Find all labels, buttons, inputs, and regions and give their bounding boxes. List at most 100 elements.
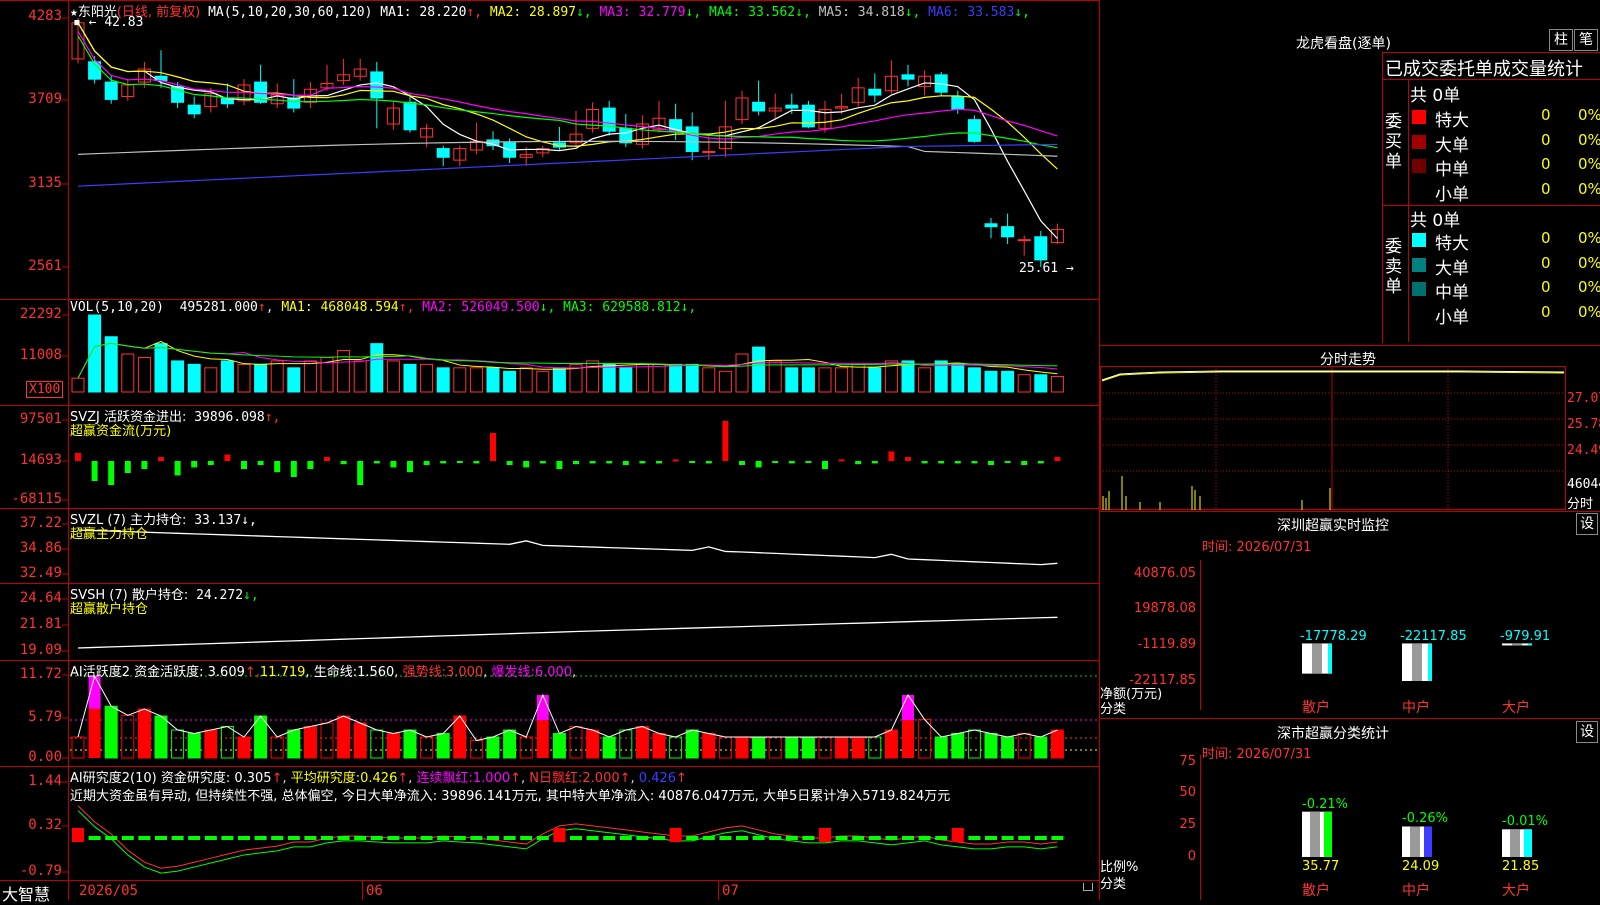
volume-bar xyxy=(88,314,102,393)
monitor-category-label: 中户 xyxy=(1402,700,1430,716)
candlestick xyxy=(187,104,201,115)
research-bar xyxy=(885,836,898,840)
low-marker: 25.61 → xyxy=(1019,261,1074,276)
activity-bar xyxy=(204,729,218,759)
candlestick xyxy=(984,223,998,228)
activity-bar xyxy=(403,729,417,759)
price-ytick-2: 3709 xyxy=(28,91,62,107)
legend-swatch xyxy=(1412,110,1426,124)
research-bar xyxy=(570,836,582,840)
order-pct: 0% xyxy=(1578,229,1600,247)
activity-bar xyxy=(652,733,666,759)
volume-bar xyxy=(785,367,799,393)
activity-bar xyxy=(270,736,284,759)
order-pct: 0% xyxy=(1578,253,1600,272)
research-bar xyxy=(503,836,516,840)
volume-bar xyxy=(287,367,301,393)
order-pct: 0% xyxy=(1578,179,1600,198)
order-count: 0 xyxy=(1541,302,1551,321)
class-change-label: -0.01% xyxy=(1502,814,1548,830)
ai-active-header: AI活跃度2 资金活跃度: 3.609↑,11.719, 生命线:1.560, … xyxy=(70,665,577,680)
fund-flow-bar xyxy=(290,461,297,477)
ma-value-5: MA5: 34.818 xyxy=(810,5,905,20)
activity-bar xyxy=(104,705,118,759)
activity-bar xyxy=(851,736,865,759)
fund-flow-bar xyxy=(473,461,480,464)
svzj-value: 39896.098 xyxy=(194,410,265,425)
lock-icon[interactable] xyxy=(1083,883,1093,891)
research-bar xyxy=(155,836,167,840)
monitor-category-label: 散户 xyxy=(1302,700,1330,716)
order-count: 0 xyxy=(1541,278,1551,296)
sell-total: 共 0单 xyxy=(1410,211,1461,231)
fund-flow-bar xyxy=(938,461,945,464)
research-bar xyxy=(868,836,881,840)
divider xyxy=(1408,79,1409,342)
research-bar xyxy=(238,836,250,840)
sz-monitor-settings-button[interactable]: 设 xyxy=(1576,513,1598,535)
ai-active-ytick-1: 11.72 xyxy=(19,666,62,682)
fund-flow-bar xyxy=(739,461,745,465)
activity-bar xyxy=(137,708,151,759)
svsh-line xyxy=(77,616,1058,649)
intraday-chart[interactable] xyxy=(1100,366,1600,511)
fund-flow-bar xyxy=(340,461,347,465)
activity-bar xyxy=(320,722,334,759)
bar-mode-button[interactable]: 柱 xyxy=(1549,29,1573,51)
volume-bar xyxy=(403,363,417,393)
sz-class-settings-button[interactable]: 设 xyxy=(1576,721,1598,743)
volume-bar xyxy=(121,353,135,393)
research-bar xyxy=(852,836,865,840)
class-change-label: -0.26% xyxy=(1402,811,1448,827)
research-bar xyxy=(105,836,118,840)
monitor-bar xyxy=(1312,643,1322,674)
ma5-line xyxy=(77,22,1058,239)
fund-flow-bar xyxy=(191,461,198,468)
ma-value-4: MA4: 33.562 xyxy=(701,5,796,20)
fund-flow-bar xyxy=(124,461,131,473)
fund-flow-bar xyxy=(506,461,513,465)
research-bar xyxy=(487,836,499,840)
research-bar xyxy=(321,836,333,840)
volume-bar xyxy=(187,363,201,393)
ma-value-3: MA3: 32.779 xyxy=(591,5,686,20)
research-bar xyxy=(1001,836,1014,840)
svzl-value: 33.137 xyxy=(194,513,242,528)
fund-flow-bar xyxy=(440,461,447,464)
volume-bar xyxy=(619,367,633,393)
volume-bar xyxy=(519,367,533,393)
fund-flow-bar xyxy=(954,461,961,464)
brand-logo[interactable]: 大智慧 xyxy=(2,881,50,905)
fund-flow-bar xyxy=(755,461,762,468)
ma-arrow: ↓, xyxy=(1014,5,1030,20)
ma-value-1: MA1: 28.220 xyxy=(380,5,467,20)
ma120-line xyxy=(77,143,1058,187)
research-bar xyxy=(935,836,948,840)
monitor-bar-label: -17778.29 xyxy=(1300,629,1367,645)
ma-arrow: ↓, xyxy=(575,5,592,20)
research-bar xyxy=(188,836,201,840)
research-bar xyxy=(785,836,798,840)
fund-flow-bar xyxy=(357,461,364,485)
volume-bar xyxy=(486,367,500,393)
activity-bar xyxy=(967,729,981,759)
activity-bar xyxy=(237,736,251,759)
price-ytick-3: 3135 xyxy=(28,175,62,191)
tick-mode-button[interactable]: 笔 xyxy=(1574,29,1598,51)
research-bar xyxy=(769,836,782,840)
activity-bar xyxy=(835,736,849,759)
activity-bar xyxy=(187,733,201,759)
volume-bar xyxy=(469,367,483,393)
volume-bar xyxy=(204,367,218,393)
activity-bar xyxy=(902,720,914,758)
activity-bar xyxy=(503,729,517,759)
fund-flow-bar xyxy=(971,461,978,464)
activity-bar xyxy=(436,733,450,759)
vol-unit-badge[interactable]: X100 xyxy=(26,381,64,398)
activity-bar xyxy=(801,736,815,759)
vol-ma-value-1: MA1: 468048.594 xyxy=(281,300,399,315)
monitor-category-label: 大户 xyxy=(1502,700,1530,716)
ai-comment: 近期大资金虽有异动, 但持续性不强, 总体偏空, 今日大单净流入: 39896.… xyxy=(70,789,951,804)
research-bar xyxy=(171,836,184,840)
fund-flow-bar xyxy=(108,461,115,485)
